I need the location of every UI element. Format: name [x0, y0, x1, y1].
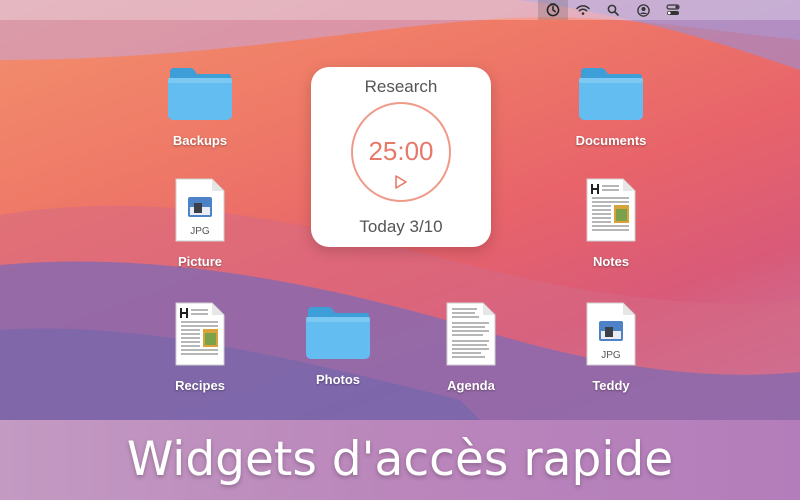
- user-icon: [636, 3, 650, 17]
- banner-caption: Widgets d'accès rapide: [126, 432, 674, 487]
- folder-icon: [168, 68, 232, 120]
- control-center-menu-item[interactable]: [658, 0, 688, 20]
- desktop-item-label: Agenda: [447, 378, 495, 393]
- search-icon: [607, 4, 619, 16]
- desktop-item-label: Documents: [575, 133, 647, 148]
- timer-widget[interactable]: Research 25:00 Today 3/10: [311, 67, 491, 247]
- wifi-menu-item[interactable]: [568, 0, 598, 20]
- menu-bar: [0, 0, 800, 20]
- desktop-item-backups[interactable]: Backups: [145, 64, 255, 148]
- control-center-icon: [666, 4, 680, 15]
- user-menu-item[interactable]: [628, 0, 658, 20]
- widget-title: Research: [364, 77, 438, 96]
- desktop-item-label: Picture: [177, 254, 223, 269]
- desktop-item-agenda[interactable]: Agenda: [416, 301, 526, 393]
- wifi-icon: [576, 5, 590, 15]
- desktop-item-label: Backups: [172, 133, 228, 148]
- desktop-item-teddy[interactable]: JPG Teddy: [556, 301, 666, 393]
- rich-document-icon: [586, 178, 636, 242]
- file-type-badge: JPG: [190, 226, 210, 237]
- promo-banner: Widgets d'accès rapide: [0, 420, 800, 500]
- session-count: Today 3/10: [359, 217, 443, 236]
- desktop-item-label: Recipes: [175, 378, 225, 393]
- text-document-icon: [446, 302, 496, 366]
- desktop-item-label: Photos: [315, 372, 361, 387]
- file-type-badge: JPG: [601, 350, 621, 361]
- play-icon[interactable]: [394, 174, 408, 190]
- timer-time: 25:00: [368, 136, 434, 166]
- desktop: Backups Documents JPG Picture Notes Reci…: [0, 0, 800, 420]
- timer-menu-item[interactable]: [538, 0, 568, 20]
- search-menu-item[interactable]: [598, 0, 628, 20]
- desktop-item-picture[interactable]: JPG Picture: [145, 177, 255, 269]
- desktop-item-photos[interactable]: Photos: [283, 303, 393, 387]
- desktop-item-label: Teddy: [592, 378, 630, 393]
- timer-icon: [546, 3, 560, 17]
- desktop-item-recipes[interactable]: Recipes: [145, 301, 255, 393]
- folder-icon: [306, 307, 370, 359]
- rich-document-icon: [175, 302, 225, 366]
- folder-icon: [579, 68, 643, 120]
- desktop-item-documents[interactable]: Documents: [556, 64, 666, 148]
- desktop-item-notes[interactable]: Notes: [556, 177, 666, 269]
- desktop-item-label: Notes: [592, 254, 630, 269]
